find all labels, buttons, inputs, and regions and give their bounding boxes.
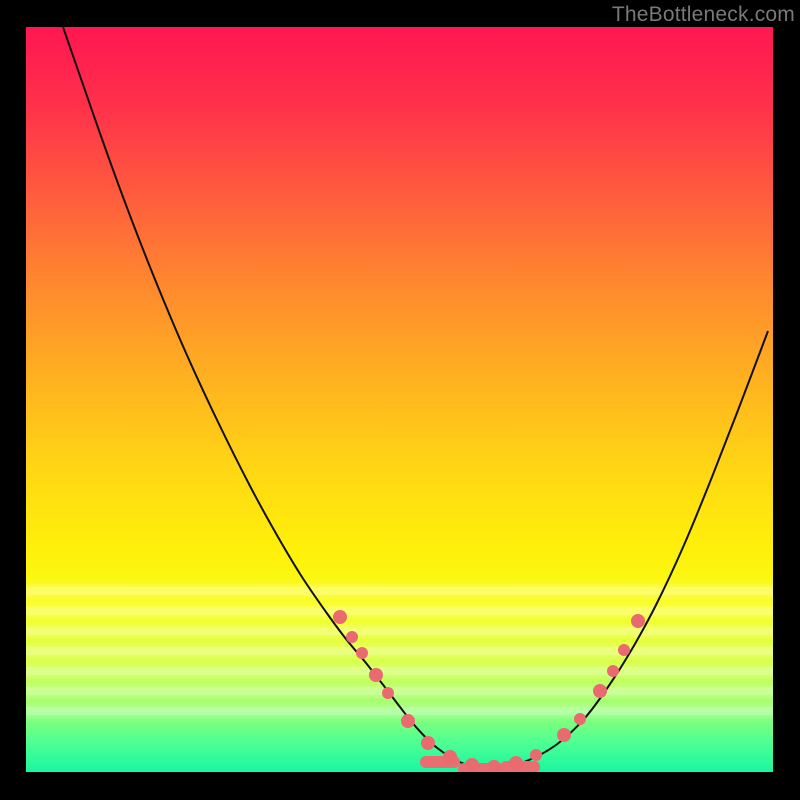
plot-frame: [26, 27, 773, 772]
curve-marker: [574, 713, 586, 725]
curve-marker: [382, 687, 394, 699]
curve-marker: [421, 736, 435, 750]
curve-marker: [487, 760, 501, 772]
curve-marker: [443, 750, 457, 764]
bottleneck-curve: [26, 27, 773, 772]
curve-marker: [618, 644, 630, 656]
curve-marker: [509, 756, 523, 770]
curve-marker: [593, 684, 607, 698]
curve-marker: [557, 728, 571, 742]
curve-marker: [346, 631, 358, 643]
curve-marker: [369, 668, 383, 682]
curve-marker: [356, 647, 368, 659]
curve-marker: [333, 610, 347, 624]
curve-marker: [465, 758, 479, 772]
curve-marker: [401, 714, 415, 728]
watermark-text: TheBottleneck.com: [612, 3, 795, 27]
curve-marker: [607, 665, 619, 677]
curve-marker: [631, 614, 645, 628]
curve-marker: [530, 749, 542, 761]
